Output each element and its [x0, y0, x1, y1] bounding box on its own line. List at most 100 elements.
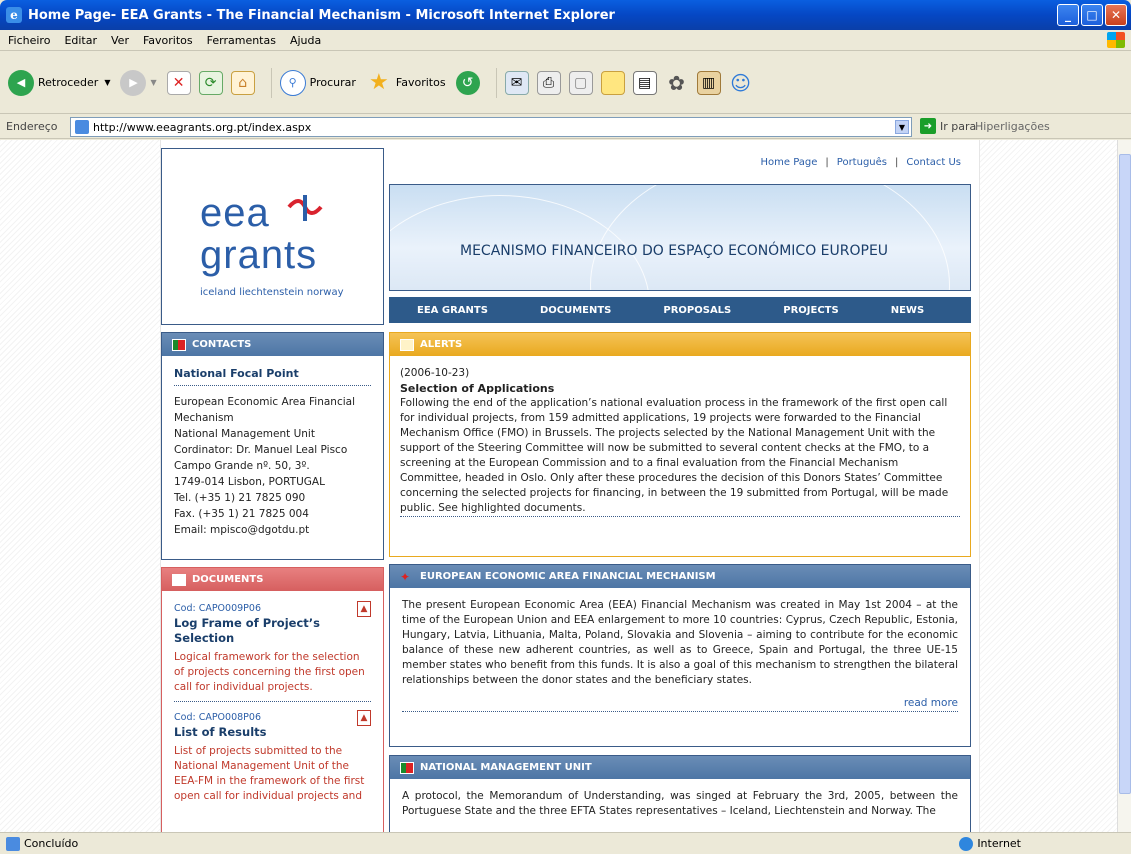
contact-us-link[interactable]: Contact Us	[906, 157, 961, 168]
eea-box: ✦ EUROPEAN ECONOMIC AREA FINANCIAL MECHA…	[389, 564, 971, 747]
folder-icon[interactable]	[600, 70, 625, 95]
mail-icon[interactable]: ✉	[504, 70, 529, 95]
contact-line: Tel. (+35 1) 21 7825 090	[174, 492, 306, 504]
contact-line: 1749-014 Lisbon, PORTUGAL	[174, 476, 325, 488]
edit-icon[interactable]: ▢	[568, 70, 593, 95]
top-links: Home Page | Português | Contact Us	[760, 157, 961, 168]
nav-proposals[interactable]: PROPOSALS	[663, 305, 731, 316]
back-arrow-icon: ◀	[8, 69, 34, 96]
links-toolbar[interactable]: Hiperligações	[975, 120, 1050, 133]
alerts-box: ALERTS (2006-10-23) Selection of Applica…	[389, 332, 971, 557]
documents-box: DOCUMENTS ▲ Cod: CAPO009P06 Log Frame of…	[161, 567, 384, 832]
alert-title[interactable]: Selection of Applications	[400, 381, 960, 396]
stop-icon[interactable]: ✕	[166, 70, 191, 95]
nmu-text: A protocol, the Memorandum of Understand…	[402, 790, 958, 817]
address-bar: Endereço http://www.eeagrants.org.pt/ind…	[0, 115, 1131, 139]
eea-header: ✦ EUROPEAN ECONOMIC AREA FINANCIAL MECHA…	[390, 565, 970, 588]
go-arrow-icon: ➜	[920, 118, 936, 134]
status-bar: Concluído Internet	[0, 832, 1131, 854]
title-bar: e Home Page- EEA Grants - The Financial …	[0, 0, 1131, 30]
contact-line: Campo Grande nº. 50, 3º.	[174, 460, 310, 472]
search-button[interactable]: ⚲ Procurar	[279, 69, 356, 96]
contact-line: Cordinator: Dr. Manuel Leal Pisco	[174, 444, 348, 456]
main-nav: EEA GRANTS DOCUMENTS PROPOSALS PROJECTS …	[389, 297, 971, 323]
home-page-link[interactable]: Home Page	[760, 157, 817, 168]
favorites-button[interactable]: ★ Favoritos	[366, 70, 446, 96]
logo-mark-icon	[287, 195, 323, 221]
document-item: ▲ Cod: CAPO009P06 Log Frame of Project’s…	[174, 601, 371, 702]
contact-line: National Management Unit	[174, 428, 315, 440]
refresh-icon[interactable]: ⟳	[198, 70, 223, 95]
contact-line: Fax. (+35 1) 21 7825 004	[174, 508, 309, 520]
menu-view[interactable]: Ver	[111, 34, 129, 47]
nav-projects[interactable]: PROJECTS	[783, 305, 838, 316]
eea-grants-logo: eea grants iceland liechtenstein norway	[161, 148, 384, 325]
menu-tools[interactable]: Ferramentas	[207, 34, 276, 47]
windows-logo-icon	[1107, 32, 1125, 48]
forward-button[interactable]: ▶ ▼	[120, 69, 157, 96]
minimize-button[interactable]: _	[1057, 4, 1079, 26]
contact-line: European Economic Area Financial Mechani…	[174, 396, 355, 424]
nav-documents[interactable]: DOCUMENTS	[540, 305, 611, 316]
pdf-icon[interactable]: ▲	[357, 601, 371, 617]
nav-eea-grants[interactable]: EEA GRANTS	[417, 305, 488, 316]
eea-text: The present European Economic Area (EEA)…	[402, 599, 958, 686]
ie-icon: e	[6, 7, 22, 23]
menu-edit[interactable]: Editar	[64, 34, 97, 47]
nav-news[interactable]: NEWS	[891, 305, 924, 316]
messenger-icon[interactable]: ☺	[729, 71, 753, 95]
internet-zone-icon	[959, 836, 974, 851]
read-more-link[interactable]: read more	[402, 696, 958, 712]
document-code: Cod: CAPO008P06	[174, 712, 261, 723]
nmu-header: NATIONAL MANAGEMENT UNIT	[390, 756, 970, 779]
portugal-flag-icon	[400, 761, 414, 774]
calculator-icon[interactable]: ▤	[632, 70, 657, 95]
go-button[interactable]: ➜ Ir para	[920, 118, 976, 134]
menu-file[interactable]: Ficheiro	[8, 34, 50, 47]
menu-favorites[interactable]: Favoritos	[143, 34, 193, 47]
books-icon[interactable]: ▥	[696, 70, 721, 95]
nmu-box: NATIONAL MANAGEMENT UNIT A protocol, the…	[389, 755, 971, 832]
chevron-down-icon: ▼	[150, 78, 157, 87]
chevron-down-icon[interactable]: ▼	[895, 120, 909, 134]
history-icon[interactable]: ↺	[455, 70, 480, 95]
settings-icon[interactable]: ✿	[665, 71, 689, 95]
page-icon	[6, 836, 20, 851]
document-title[interactable]: List of Results	[174, 725, 371, 740]
document-icon	[172, 573, 186, 586]
logo-mark-icon: ✦	[400, 569, 411, 584]
document-title[interactable]: Log Frame of Project’s Selection	[174, 616, 371, 646]
print-icon[interactable]: ⎙	[536, 70, 561, 95]
contacts-box: CONTACTS National Focal Point European E…	[161, 332, 384, 560]
document-text: List of projects submitted to the Nation…	[174, 745, 365, 802]
star-icon: ★	[369, 70, 389, 95]
alert-date: (2006-10-23)	[400, 367, 470, 379]
close-button[interactable]: ✕	[1105, 4, 1127, 26]
pdf-icon[interactable]: ▲	[357, 710, 371, 726]
document-item: ▲ Cod: CAPO008P06 List of Results List o…	[174, 710, 371, 804]
maximize-button[interactable]: □	[1081, 4, 1103, 26]
address-input[interactable]: http://www.eeagrants.org.pt/index.aspx ▼	[70, 117, 912, 137]
menu-help[interactable]: Ajuda	[290, 34, 321, 47]
portuguese-link[interactable]: Português	[837, 157, 887, 168]
contact-email[interactable]: Email: mpisco@dgotdu.pt	[174, 522, 371, 538]
scrollbar-thumb[interactable]	[1119, 154, 1131, 794]
contacts-header: CONTACTS	[162, 333, 383, 356]
window-title: Home Page- EEA Grants - The Financial Me…	[28, 7, 615, 23]
document-text: Logical framework for the selection of p…	[174, 651, 365, 693]
page-icon	[75, 120, 89, 134]
document-code: Cod: CAPO009P06	[174, 603, 261, 614]
chevron-down-icon: ▼	[104, 78, 111, 87]
page-viewport: eea grants iceland liechtenstein norway …	[0, 140, 1117, 832]
alert-icon	[400, 338, 414, 351]
browser-window: e Home Page- EEA Grants - The Financial …	[0, 0, 1131, 854]
forward-arrow-icon: ▶	[120, 69, 147, 96]
menu-bar: Ficheiro Editar Ver Favoritos Ferramenta…	[0, 30, 1131, 51]
alerts-header: ALERTS	[390, 333, 970, 356]
search-icon: ⚲	[279, 69, 306, 96]
portugal-flag-icon	[172, 338, 186, 351]
vertical-scrollbar[interactable]	[1117, 140, 1131, 832]
home-icon[interactable]: ⌂	[230, 70, 255, 95]
back-button[interactable]: ◀ Retroceder ▼	[8, 69, 111, 96]
contacts-title: National Focal Point	[174, 366, 371, 386]
